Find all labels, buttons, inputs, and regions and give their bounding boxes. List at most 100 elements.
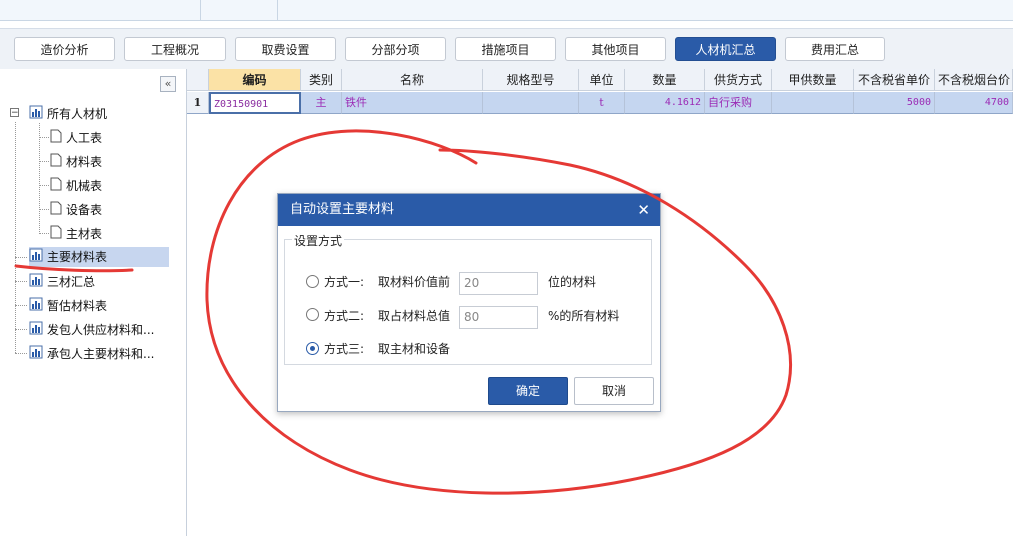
column-header-type[interactable]: 类别 [301,69,342,91]
cell-province-price[interactable]: 5000 [854,92,935,114]
cell-type[interactable]: 主 [301,92,342,114]
document-icon [50,129,62,149]
column-header-code[interactable]: 编码 [209,69,301,91]
option-suffix: 位的材料 [548,275,597,289]
option-description: 取材料价值前 [378,275,451,289]
tree-item-machinery[interactable]: 机械表 [50,176,102,196]
tab-other-items[interactable]: 其他项目 [565,37,666,61]
column-header-yantai-price[interactable]: 不含税烟台价 [935,69,1013,91]
column-header-unit[interactable]: 单位 [579,69,625,91]
tree-item-three-materials[interactable]: 三材汇总 [29,272,95,292]
tree-item-label: 承包人主要材料和... [47,347,155,361]
column-header-quantity[interactable]: 数量 [625,69,705,91]
column-header-owner-qty[interactable]: 甲供数量 [772,69,854,91]
tree-item-label: 机械表 [66,179,103,193]
tree-item-owner-supplied[interactable]: 发包人供应材料和... [29,320,154,340]
cell-name[interactable]: 铁件 [342,92,483,114]
cell-quantity[interactable]: 4.1612 [625,92,705,114]
tree-item-labor[interactable]: 人工表 [50,128,102,148]
column-header-spec[interactable]: 规格型号 [483,69,579,91]
tree-connector [39,123,40,234]
row-number[interactable]: 1 [187,92,209,114]
tree-item-label: 发包人供应材料和... [47,323,155,337]
cell-spec[interactable] [483,92,579,114]
tree-connector [39,209,49,210]
tree-collapse-toggle[interactable]: − [10,108,19,118]
top-toolbar-strip [0,0,1013,21]
close-icon[interactable]: ✕ [637,194,650,226]
tab-fee-settings[interactable]: 取费设置 [235,37,336,61]
tree-connector [15,257,27,258]
column-header-name[interactable]: 名称 [342,69,483,91]
tab-cost-analysis[interactable]: 造价分析 [14,37,115,61]
document-icon [50,225,62,245]
tree-item-key-materials[interactable]: 主要材料表 [29,247,169,267]
tree-connector [15,329,27,330]
column-header-supply-method[interactable]: 供货方式 [705,69,772,91]
tree-connector [39,185,49,186]
cell-code[interactable]: Z03150901 [209,92,301,114]
option-label: 方式三: [324,342,365,356]
cancel-button[interactable]: 取消 [574,377,654,405]
tree-item-label: 设备表 [66,203,103,217]
percent-input[interactable]: 80 [459,306,538,329]
tree-item-label: 三材汇总 [47,275,96,289]
tree-item-label: 人工表 [66,131,103,145]
dialog-title: 自动设置主要材料 [290,202,395,217]
option-suffix: %的所有材料 [548,309,620,323]
ok-button[interactable]: 确定 [488,377,568,405]
tab-labor-material-summary[interactable]: 人材机汇总 [675,37,776,61]
spacer [0,21,1013,28]
tab-sub-items[interactable]: 分部分项 [345,37,446,61]
table-chart-icon [29,105,43,125]
radio-method-3[interactable] [306,342,319,355]
collapse-panel-button[interactable]: « [160,76,176,92]
table-chart-icon [29,248,43,268]
table-chart-icon [29,345,43,365]
tree-connector [15,353,27,354]
table-chart-icon [29,297,43,317]
radio-method-2[interactable] [306,308,319,321]
option-description: 取主材和设备 [378,342,451,356]
tree-connector [15,122,16,353]
table-chart-icon [29,321,43,341]
tree-item-materials[interactable]: 材料表 [50,152,102,172]
document-icon [50,153,62,173]
tree-item-provisional-materials[interactable]: 暂估材料表 [29,296,107,316]
column-header-province-price[interactable]: 不含税省单价 [854,69,935,91]
option-label: 方式一: [324,275,365,289]
cell-owner-qty[interactable] [772,92,854,114]
cell-unit[interactable]: t [579,92,625,114]
group-label: 设置方式 [292,232,345,249]
cell-yantai-price[interactable]: 4700 [935,92,1013,114]
option-label: 方式二: [324,309,365,323]
tree-item-contractor-key[interactable]: 承包人主要材料和... [29,344,154,364]
cell-supply-method[interactable]: 自行采购 [705,92,772,114]
tab-project-overview[interactable]: 工程概况 [124,37,226,61]
table-chart-icon [29,273,43,293]
tree-item-label: 主材表 [66,227,103,241]
top-n-input[interactable]: 20 [459,272,538,295]
option-description: 取占材料总值 [378,309,451,323]
tree-item-label: 暂估材料表 [47,299,108,313]
tab-measures[interactable]: 措施项目 [455,37,556,61]
tree-connector [15,305,27,306]
tree-item-label: 主要材料表 [47,250,108,264]
tab-fee-summary[interactable]: 费用汇总 [785,37,885,61]
toolbar-divider [277,0,278,20]
document-icon [50,201,62,221]
dialog-title-bar[interactable]: 自动设置主要材料 ✕ [278,194,660,226]
toolbar-divider [200,0,201,20]
tree-connector [39,233,49,234]
module-tab-bar: 造价分析 工程概况 取费设置 分部分项 措施项目 其他项目 人材机汇总 费用汇总 [0,28,1013,70]
tree-item-main-materials[interactable]: 主材表 [50,224,102,244]
tree-item-equipment[interactable]: 设备表 [50,200,102,220]
tree-connector [15,281,27,282]
radio-method-1[interactable] [306,275,319,288]
materials-grid: 编码 类别 名称 规格型号 单位 数量 供货方式 甲供数量 不含税省单价 不含税… [187,69,1013,117]
tree-item-all-resources[interactable]: 所有人材机 [29,104,107,124]
tree-item-label: 材料表 [66,155,103,169]
document-icon [50,177,62,197]
auto-set-key-materials-dialog: 自动设置主要材料 ✕ 设置方式 方式一: 取材料价值前 20 位的材料 方式二:… [277,193,661,412]
grid-corner [187,69,209,91]
